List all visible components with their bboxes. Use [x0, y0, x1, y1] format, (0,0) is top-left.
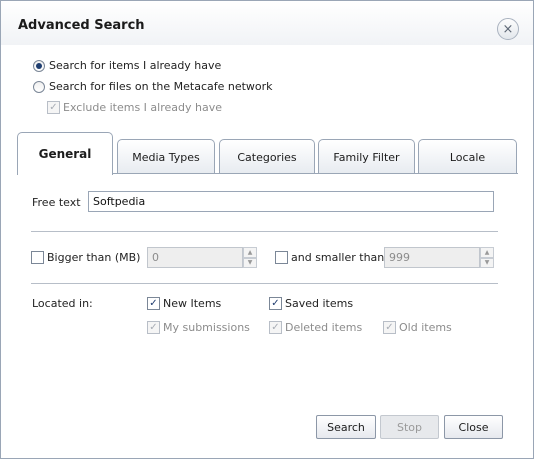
bigger-than-label: Bigger than (MB)	[47, 251, 141, 264]
radio-button-selected[interactable]	[33, 59, 45, 72]
deleted-items-checkbox[interactable]: ✓ Deleted items	[269, 321, 362, 334]
radio-label-network: Search for files on the Metacafe network	[49, 80, 273, 93]
advanced-search-dialog: Advanced Search × Search for items I alr…	[0, 0, 534, 459]
close-icon[interactable]: ×	[497, 18, 519, 40]
bigger-than-checkbox[interactable]: Bigger than (MB)	[31, 251, 140, 264]
divider	[31, 283, 498, 284]
old-items-label: Old items	[399, 321, 452, 334]
new-items-checkbox[interactable]: ✓ New Items	[147, 297, 221, 310]
exclude-items-checkbox[interactable]: ✓ Exclude items I already have	[47, 101, 222, 114]
checkmark-icon: ✓	[147, 321, 160, 334]
smaller-than-checkbox[interactable]: and smaller than	[275, 251, 384, 264]
spin-down-icon[interactable]: ▼	[243, 257, 257, 268]
new-items-label: New Items	[163, 297, 222, 310]
saved-items-label: Saved items	[285, 297, 354, 310]
divider	[31, 231, 498, 232]
search-button[interactable]: Search	[316, 415, 376, 439]
checkbox-box[interactable]	[31, 251, 44, 264]
radio-search-network[interactable]: Search for files on the Metacafe network	[33, 80, 273, 93]
tab-family-filter[interactable]: Family Filter	[318, 139, 415, 174]
free-text-input[interactable]	[88, 191, 494, 212]
checkmark-icon: ✓	[383, 321, 396, 334]
checkmark-icon: ✓	[147, 297, 160, 310]
radio-label-have: Search for items I already have	[49, 59, 222, 72]
checkmark-icon: ✓	[269, 297, 282, 310]
located-in-label: Located in:	[32, 297, 93, 310]
checkbox-box[interactable]	[275, 251, 288, 264]
checkmark-icon: ✓	[47, 101, 60, 114]
dialog-title: Advanced Search	[18, 18, 145, 33]
smaller-than-stepper[interactable]: ▲ ▼	[480, 247, 494, 268]
my-submissions-checkbox[interactable]: ✓ My submissions	[147, 321, 250, 334]
radio-search-have[interactable]: Search for items I already have	[33, 59, 221, 72]
tab-media-types[interactable]: Media Types	[117, 139, 215, 174]
radio-button[interactable]	[33, 80, 45, 93]
title-bar: Advanced Search ×	[1, 1, 533, 45]
smaller-than-label: and smaller than	[291, 251, 385, 264]
saved-items-checkbox[interactable]: ✓ Saved items	[269, 297, 353, 310]
checkmark-icon: ✓	[269, 321, 282, 334]
tab-locale[interactable]: Locale	[418, 139, 517, 174]
bigger-than-input[interactable]	[147, 247, 243, 268]
my-submissions-label: My submissions	[163, 321, 250, 334]
bigger-than-stepper[interactable]: ▲ ▼	[243, 247, 257, 268]
stop-button[interactable]: Stop	[380, 415, 439, 439]
tab-general[interactable]: General	[17, 132, 113, 175]
old-items-checkbox[interactable]: ✓ Old items	[383, 321, 452, 334]
exclude-items-label: Exclude items I already have	[63, 101, 222, 114]
spin-down-icon[interactable]: ▼	[480, 257, 494, 268]
deleted-items-label: Deleted items	[285, 321, 363, 334]
free-text-label: Free text	[32, 196, 81, 209]
smaller-than-input[interactable]	[384, 247, 480, 268]
spin-up-icon[interactable]: ▲	[243, 247, 257, 258]
tab-categories[interactable]: Categories	[219, 139, 315, 174]
close-button[interactable]: Close	[444, 415, 503, 439]
spin-up-icon[interactable]: ▲	[480, 247, 494, 258]
tab-bar: General Media Types Categories Family Fi…	[17, 132, 518, 175]
